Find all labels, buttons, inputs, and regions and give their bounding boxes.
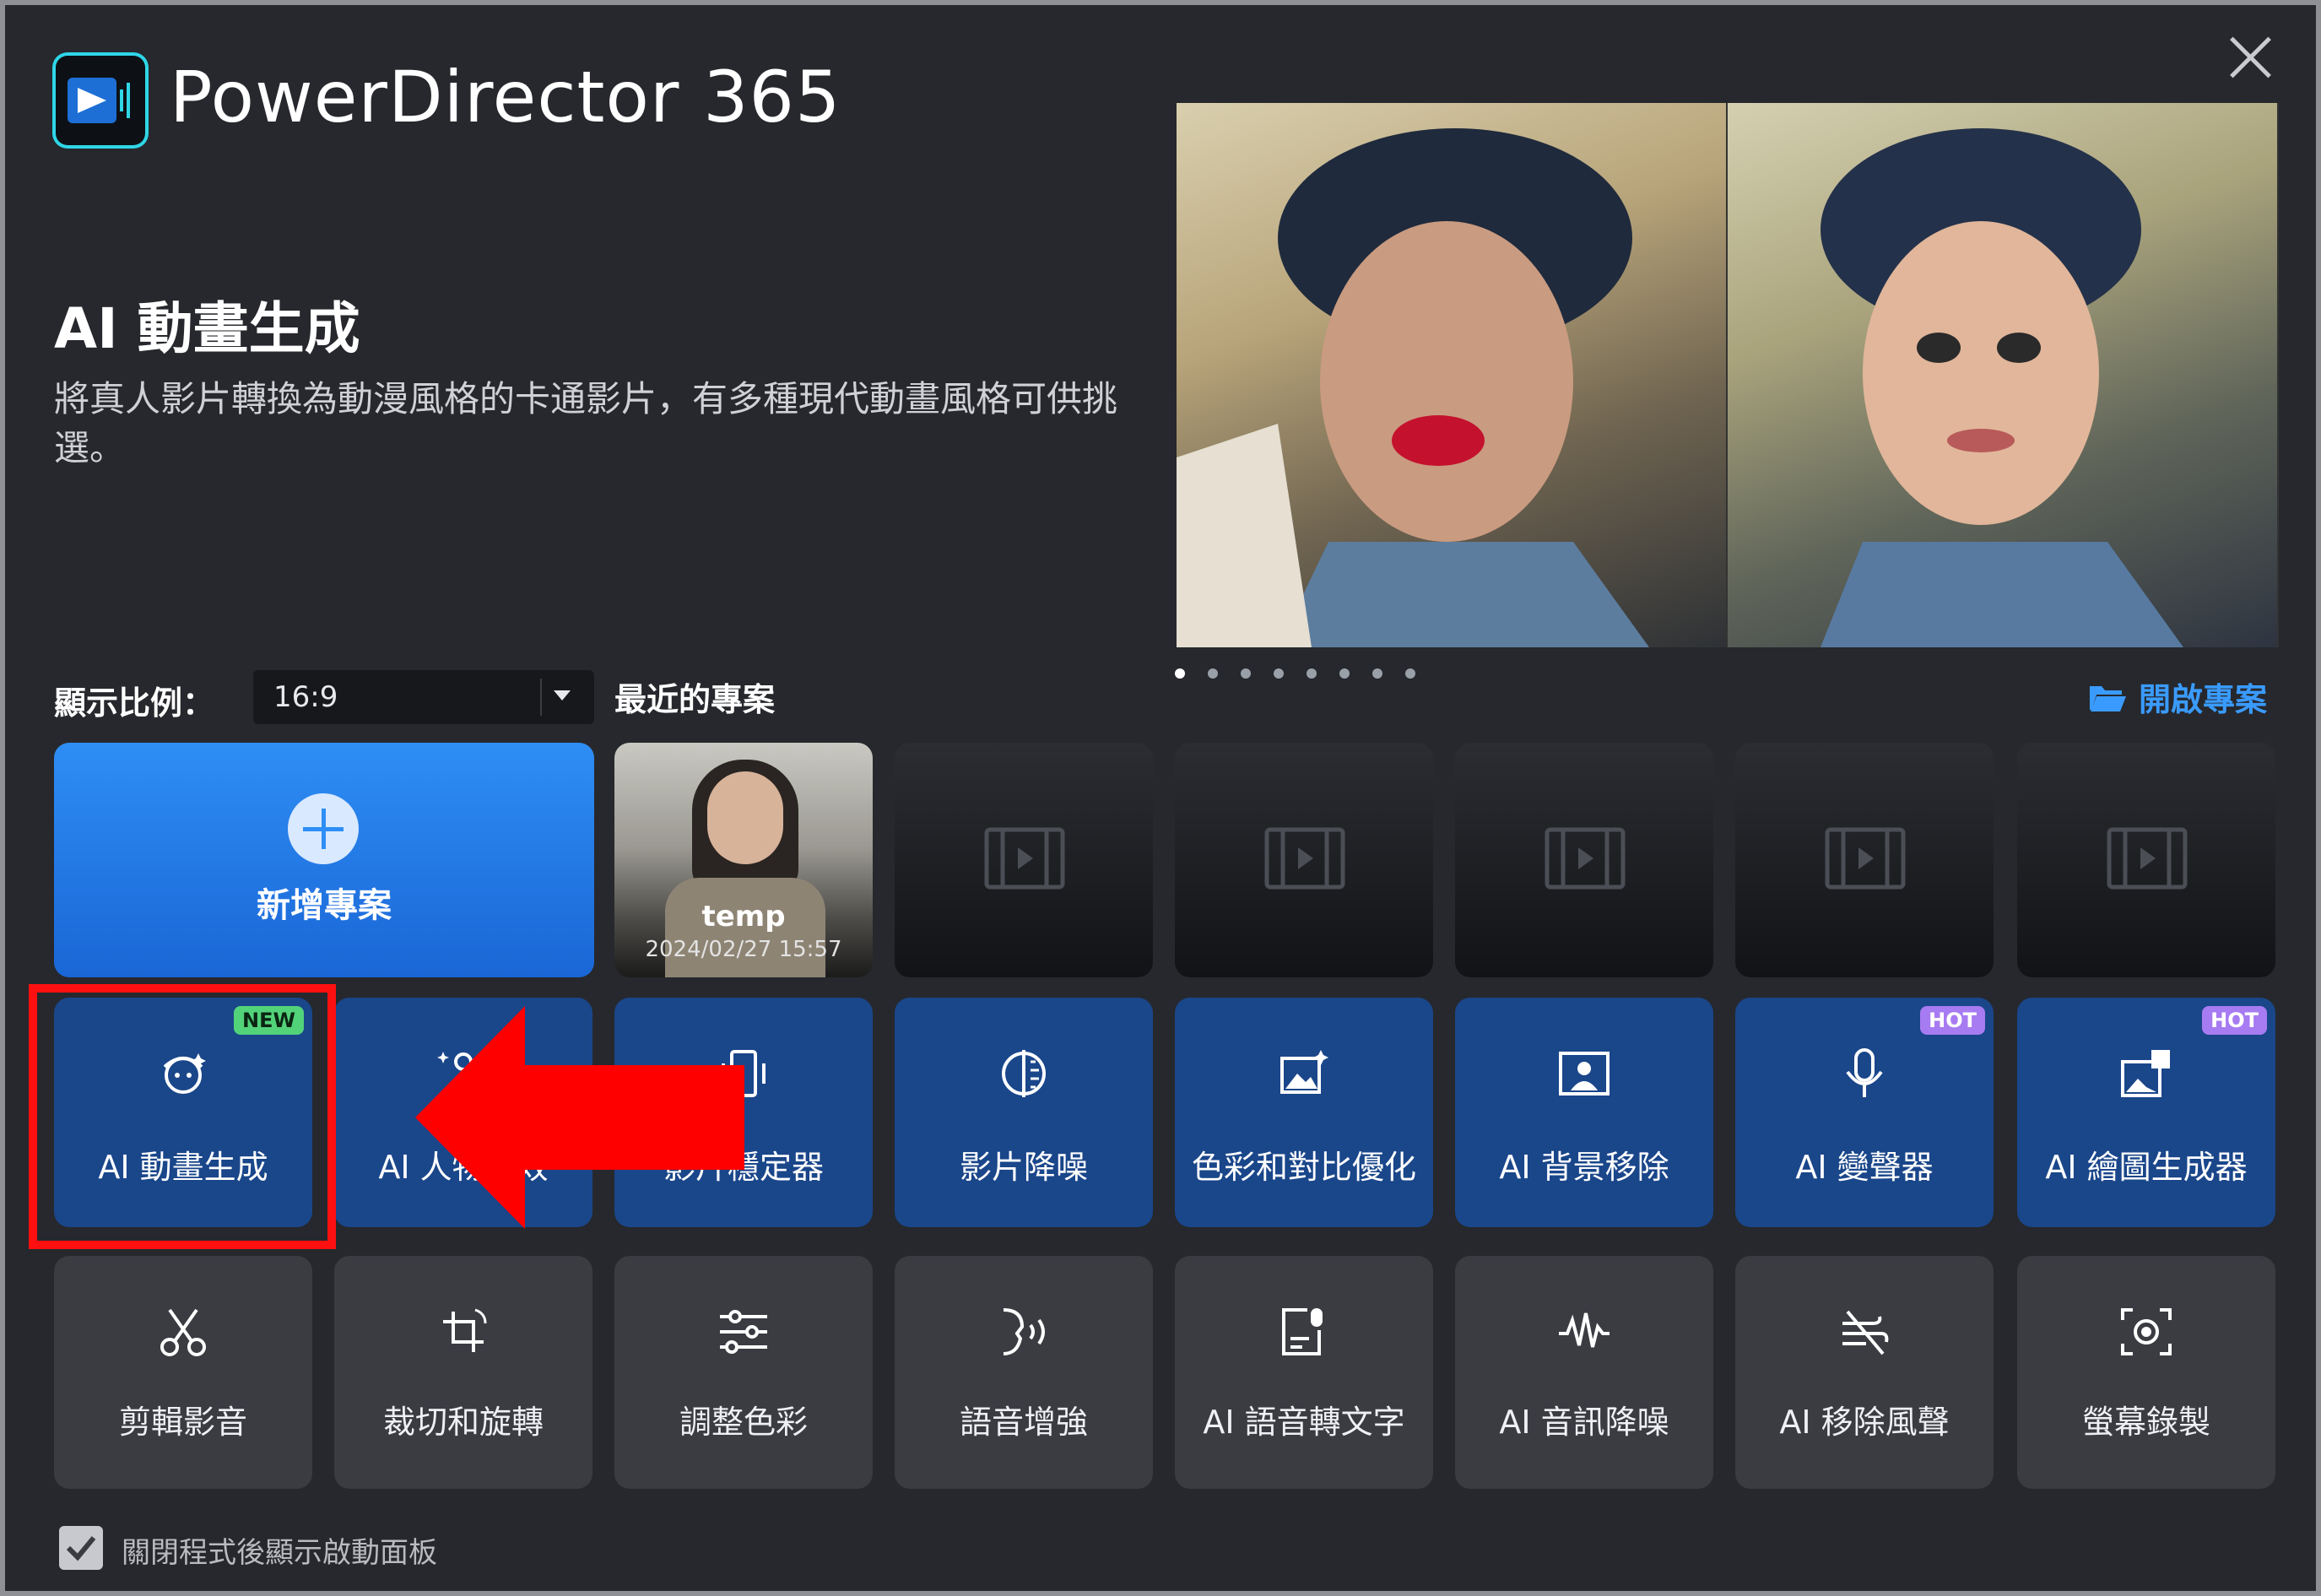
folder-open-icon bbox=[2090, 685, 2126, 711]
tool-label: 螢幕錄製 bbox=[2081, 1404, 2210, 1441]
aspect-ratio-select[interactable]: 16:9 bbox=[253, 670, 594, 724]
carousel-dot[interactable] bbox=[1307, 668, 1317, 679]
tool-label: 裁切和旋轉 bbox=[382, 1404, 544, 1441]
tool-label: AI 移除風聲 bbox=[1779, 1404, 1950, 1441]
feature-label: 影片降噪 bbox=[959, 1149, 1088, 1186]
scissors-icon bbox=[160, 1308, 206, 1356]
screen-record-icon bbox=[2121, 1308, 2172, 1355]
aspect-ratio-value: 16:9 bbox=[273, 680, 338, 714]
film-placeholder-icon bbox=[984, 827, 1065, 890]
hot-badge: HOT bbox=[2202, 1006, 2267, 1035]
film-placeholder-icon bbox=[1825, 827, 1906, 890]
carousel-dot[interactable] bbox=[1405, 668, 1415, 679]
checkmark-icon bbox=[66, 1536, 96, 1561]
tool-label: AI 音訊降噪 bbox=[1499, 1404, 1669, 1441]
recent-project-name: temp bbox=[701, 900, 786, 933]
microphone-icon bbox=[1846, 1048, 1883, 1097]
feature-ai-voice-changer[interactable]: HOT AI 變聲器 bbox=[1735, 998, 1994, 1227]
feature-label: 色彩和對比優化 bbox=[1191, 1149, 1416, 1186]
empty-project-slot bbox=[1455, 743, 1713, 977]
show-launcher-label: 關閉程式後顯示啟動面板 bbox=[122, 1536, 437, 1570]
empty-project-slot bbox=[2017, 743, 2275, 977]
carousel-dot[interactable] bbox=[1208, 668, 1218, 679]
tool-voice-enhance[interactable]: 語音增強 bbox=[895, 1256, 1153, 1489]
audio-denoise-icon bbox=[1559, 1312, 1610, 1348]
chevron-down-icon[interactable] bbox=[554, 690, 571, 701]
preview-carousel-indicator[interactable] bbox=[1175, 668, 1415, 679]
tool-trim[interactable]: 剪輯影音 bbox=[54, 1256, 312, 1489]
feature-label: AI 變聲器 bbox=[1795, 1149, 1934, 1186]
tool-label: 語音增強 bbox=[959, 1404, 1088, 1441]
film-placeholder-icon bbox=[1264, 827, 1345, 890]
crop-rotate-icon bbox=[443, 1308, 487, 1352]
carousel-dot[interactable] bbox=[1241, 668, 1251, 679]
film-placeholder-icon bbox=[1545, 827, 1626, 890]
tool-speech-to-text[interactable]: AI 語音轉文字 bbox=[1175, 1256, 1433, 1489]
color-enhance-icon bbox=[1280, 1050, 1328, 1094]
recent-project-tile[interactable]: temp 2024/02/27 15:57 bbox=[614, 743, 873, 977]
feature-description: 將真人影片轉換為動漫風格的卡通影片，有多種現代動畫風格可供挑選。 bbox=[54, 378, 1118, 468]
background-removal-icon bbox=[1559, 1052, 1610, 1096]
thumbnail-face bbox=[707, 771, 783, 864]
new-project-button[interactable]: 新增專案 bbox=[54, 743, 594, 977]
powerdirector-logo bbox=[52, 52, 149, 149]
empty-project-slot bbox=[895, 743, 1153, 977]
tool-label: 剪輯影音 bbox=[118, 1404, 247, 1441]
speech-to-text-icon bbox=[1282, 1308, 1323, 1355]
preview-anime-result bbox=[1728, 103, 2277, 647]
red-arrow-annotation bbox=[415, 1006, 744, 1229]
image-generator-icon bbox=[2121, 1050, 2170, 1097]
carousel-dot[interactable] bbox=[1274, 668, 1284, 679]
tool-screen-record[interactable]: 螢幕錄製 bbox=[2017, 1256, 2275, 1489]
feature-ai-background-removal[interactable]: AI 背景移除 bbox=[1455, 998, 1713, 1227]
tool-label: AI 語音轉文字 bbox=[1203, 1404, 1405, 1441]
tool-wind-removal[interactable]: AI 移除風聲 bbox=[1735, 1256, 1994, 1489]
feature-video-denoise[interactable]: 影片降噪 bbox=[895, 998, 1153, 1227]
tool-label: 調整色彩 bbox=[679, 1404, 808, 1441]
sliders-icon bbox=[720, 1310, 767, 1354]
aspect-ratio-label: 顯示比例： bbox=[54, 684, 215, 722]
tool-adjust-color[interactable]: 調整色彩 bbox=[614, 1256, 873, 1489]
carousel-dot[interactable] bbox=[1175, 668, 1185, 679]
carousel-dot[interactable] bbox=[1372, 668, 1382, 679]
recent-projects-label: 最近的專案 bbox=[614, 681, 776, 718]
preview-before-photo bbox=[1177, 103, 1726, 647]
feature-label: AI 繪圖生成器 bbox=[2045, 1149, 2248, 1186]
app-title: PowerDirector 365 bbox=[170, 56, 841, 138]
wind-removal-icon bbox=[1842, 1310, 1889, 1355]
highlight-annotation bbox=[29, 984, 336, 1249]
empty-project-slot bbox=[1735, 743, 1994, 977]
recent-project-date: 2024/02/27 15:57 bbox=[645, 937, 842, 962]
close-icon[interactable] bbox=[2223, 30, 2277, 84]
film-placeholder-icon bbox=[2107, 827, 2188, 890]
feature-ai-image-generator[interactable]: HOT AI 繪圖生成器 bbox=[2017, 998, 2275, 1227]
feature-preview-image bbox=[1177, 103, 2279, 647]
feature-label: AI 背景移除 bbox=[1499, 1149, 1669, 1186]
tool-crop-rotate[interactable]: 裁切和旋轉 bbox=[334, 1256, 592, 1489]
denoise-icon bbox=[1002, 1050, 1046, 1097]
feature-title: AI 動畫生成 bbox=[54, 296, 360, 361]
hot-badge: HOT bbox=[1920, 1006, 1985, 1035]
new-project-label: 新增專案 bbox=[257, 886, 392, 925]
open-project-link[interactable]: 開啟專案 bbox=[2088, 674, 2267, 720]
select-divider bbox=[540, 679, 542, 716]
launcher-window: PowerDirector 365 AI 動畫生成 將真人影片轉換為動漫風格的卡… bbox=[0, 0, 2321, 1596]
feature-color-enhance[interactable]: 色彩和對比優化 bbox=[1175, 998, 1433, 1227]
open-project-label: 開啟專案 bbox=[2139, 681, 2268, 718]
empty-project-slot bbox=[1175, 743, 1433, 977]
show-launcher-checkbox[interactable] bbox=[59, 1526, 103, 1570]
plus-icon bbox=[288, 793, 359, 864]
tool-audio-denoise[interactable]: AI 音訊降噪 bbox=[1455, 1256, 1713, 1489]
carousel-dot[interactable] bbox=[1339, 668, 1350, 679]
voice-enhance-icon bbox=[1003, 1308, 1045, 1355]
